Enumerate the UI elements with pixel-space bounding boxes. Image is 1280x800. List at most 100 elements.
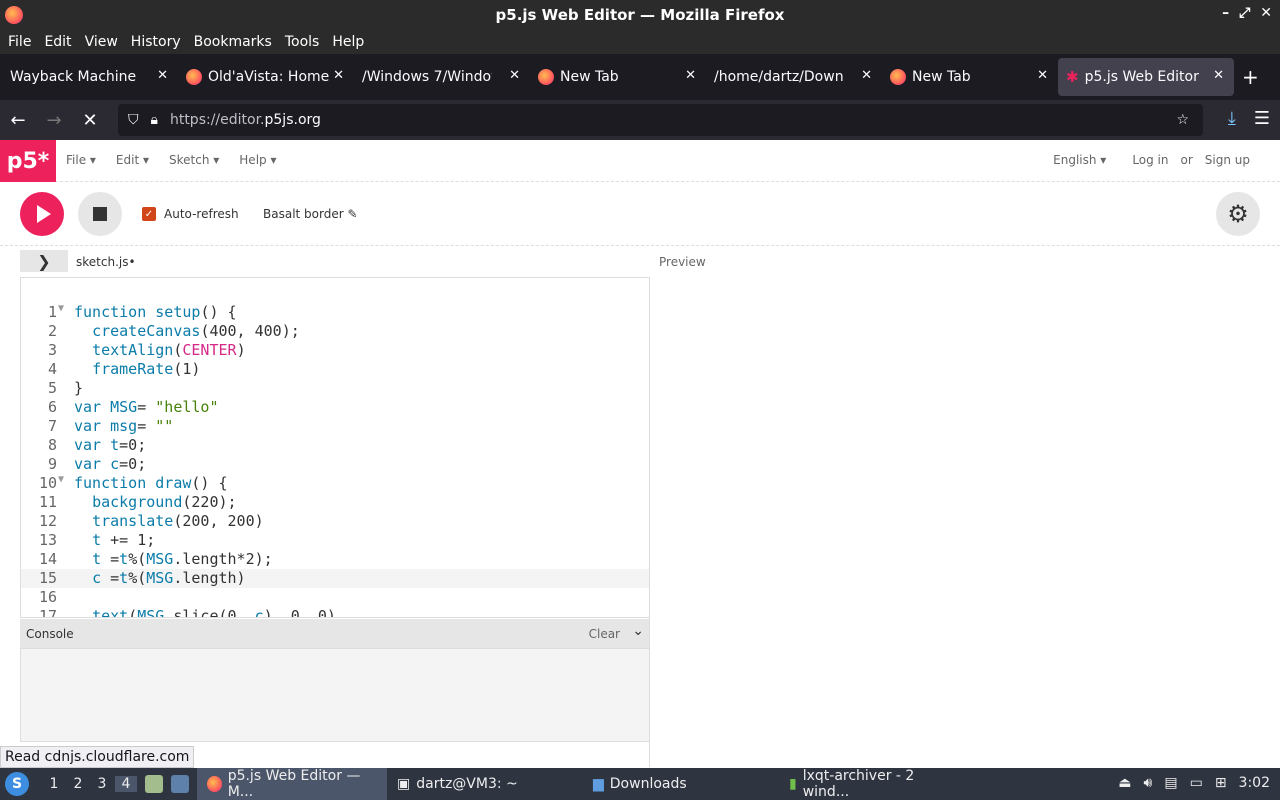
play-button[interactable] [20, 192, 64, 236]
clock[interactable]: 3:02 [1239, 775, 1270, 791]
language-select[interactable]: English ▾ [1053, 153, 1106, 167]
line-number: 14 [38, 550, 57, 568]
drive-icon[interactable]: ⏏ [1118, 775, 1131, 791]
taskbar-app-downloads[interactable]: ▆ Downloads [583, 768, 779, 800]
autorefresh-toggle[interactable]: ✓ Auto-refresh [142, 207, 239, 221]
clipboard-icon[interactable]: ▤ [1164, 775, 1177, 791]
p5-logo[interactable]: p5* [0, 140, 56, 182]
tab-label: Old'aVista: Home [208, 69, 330, 85]
shield-icon[interactable]: ⛉ [128, 112, 139, 128]
workspace-2[interactable]: 2 [67, 776, 89, 792]
menu-help[interactable]: Help [332, 34, 364, 50]
close-icon[interactable]: ✕ [333, 68, 344, 83]
chevron-right-icon[interactable]: ❯ [20, 250, 68, 272]
menu-edit[interactable]: Edit [44, 34, 71, 50]
start-menu-icon[interactable]: S [5, 772, 29, 796]
download-icon[interactable]: ⤓ [1228, 108, 1236, 129]
firefox-icon [186, 69, 202, 85]
desktop-launcher-icon[interactable] [171, 775, 189, 793]
taskbar-app-terminal[interactable]: ▣ dartz@VM3: ~ [387, 768, 583, 800]
line-number: 3 [47, 341, 57, 359]
lock-icon[interactable]: 🔒︎ [151, 112, 158, 128]
stop-button[interactable] [78, 192, 122, 236]
volume-icon[interactable]: 🔊︎ [1144, 775, 1153, 791]
close-icon[interactable]: ✕ [509, 68, 520, 83]
tab-newtab-1[interactable]: New Tab ✕ [530, 58, 706, 96]
p5-menu-edit[interactable]: Edit ▾ [116, 153, 149, 167]
chevron-down-icon[interactable]: ⌄ [632, 623, 644, 639]
p5-menu-help[interactable]: Help ▾ [239, 153, 276, 167]
system-tray: ⏏ 🔊︎ ▤ ▭ ⊞ 3:02 [1118, 775, 1270, 791]
bookmark-star-icon[interactable]: ☆ [1176, 112, 1189, 128]
taskbar-app-label: dartz@VM3: ~ [416, 776, 518, 792]
line-number: 6 [47, 398, 57, 416]
maximize-button[interactable]: ⤢ [1239, 5, 1250, 21]
tab-downloads[interactable]: /home/dartz/Downlo ✕ [706, 58, 882, 96]
menu-history[interactable]: History [131, 34, 181, 50]
hamburger-menu-icon[interactable]: ☰ [1254, 108, 1270, 129]
window-title: p5.js Web Editor — Mozilla Firefox [495, 5, 785, 24]
forward-button[interactable]: → [36, 110, 72, 131]
tab-p5js[interactable]: ✱ p5.js Web Editor ✕ [1058, 58, 1234, 96]
nav-bar: ← → ✕ ⛉ 🔒︎ https://editor.p5js.org ☆ ⤓ ☰ [0, 100, 1280, 140]
display-icon[interactable]: ▭ [1190, 775, 1203, 791]
close-icon[interactable]: ✕ [1213, 68, 1224, 83]
fold-icon[interactable]: ▼ [58, 303, 64, 314]
window-titlebar: p5.js Web Editor — Mozilla Firefox – ⤢ ✕ [0, 0, 1280, 29]
workspace-1[interactable]: 1 [43, 776, 65, 792]
code-line: 6 var MSG= "hello" [21, 398, 649, 417]
close-icon[interactable]: ✕ [861, 68, 872, 83]
line-number: 9 [47, 455, 57, 473]
back-button[interactable]: ← [0, 110, 36, 131]
stop-loading-button[interactable]: ✕ [72, 110, 108, 131]
minimize-button[interactable]: – [1222, 5, 1229, 21]
new-tab-button[interactable]: + [1242, 65, 1259, 89]
pane-divider[interactable] [649, 277, 650, 767]
url-domain: p5js.org [264, 112, 321, 128]
line-number: 13 [38, 531, 57, 549]
close-icon[interactable]: ✕ [1037, 68, 1048, 83]
tab-oldavista[interactable]: Old'aVista: Home ✕ [178, 58, 354, 96]
login-link[interactable]: Log in [1132, 153, 1168, 167]
line-number: 1 [47, 303, 57, 321]
close-icon[interactable]: ✕ [685, 68, 696, 83]
url-text: https://editor.p5js.org [170, 112, 321, 128]
fold-icon[interactable]: ▼ [58, 474, 64, 485]
or-text: or [1180, 153, 1193, 167]
tab-windows7[interactable]: /Windows 7/Windows ✕ [354, 58, 530, 96]
folder-icon: ▆ [593, 776, 604, 792]
firefox-icon [890, 69, 906, 85]
workspace-3[interactable]: 3 [91, 776, 113, 792]
code-line: 5} [21, 379, 649, 398]
tab-newtab-2[interactable]: New Tab ✕ [882, 58, 1058, 96]
line-number: 17 [38, 607, 57, 618]
workspace-4[interactable]: 4 [115, 776, 137, 792]
taskbar-app-firefox[interactable]: p5.js Web Editor — M... [197, 768, 387, 800]
console-clear-button[interactable]: Clear [589, 627, 620, 641]
menu-bookmarks[interactable]: Bookmarks [194, 34, 272, 50]
file-tab-sketch[interactable]: sketch.js• [76, 255, 136, 269]
checkbox-checked-icon[interactable]: ✓ [142, 207, 156, 221]
code-line: 2 createCanvas(400, 400); [21, 322, 649, 341]
line-number: 2 [47, 322, 57, 340]
menu-tools[interactable]: Tools [285, 34, 320, 50]
file-manager-launcher-icon[interactable] [145, 775, 163, 793]
close-icon[interactable]: ✕ [157, 68, 168, 83]
firefox-icon [5, 6, 23, 24]
menu-file[interactable]: File [8, 34, 31, 50]
close-window-button[interactable]: ✕ [1260, 5, 1272, 21]
settings-gear-button[interactable]: ⚙ [1216, 192, 1260, 236]
p5-menu-sketch[interactable]: Sketch ▾ [169, 153, 219, 167]
taskbar-app-archiver[interactable]: ▮ lxqt-archiver - 2 wind... [779, 768, 975, 800]
sketch-name[interactable]: Basalt border ✎ [263, 207, 358, 221]
p5-menu-file[interactable]: File ▾ [66, 153, 96, 167]
tab-wayback[interactable]: Wayback Machine ✕ [2, 58, 178, 96]
url-bar[interactable]: ⛉ 🔒︎ https://editor.p5js.org ☆ [118, 104, 1203, 136]
signup-link[interactable]: Sign up [1205, 153, 1250, 167]
code-line: 9 var c=0; [21, 455, 649, 474]
network-icon[interactable]: ⊞ [1215, 775, 1227, 791]
line-number: 12 [38, 512, 57, 530]
menu-view[interactable]: View [85, 34, 118, 50]
code-editor[interactable]: 1 ▼ function setup() { 2 createCanvas(400,… [20, 277, 650, 618]
code-line: 13 t += 1; [21, 531, 649, 550]
